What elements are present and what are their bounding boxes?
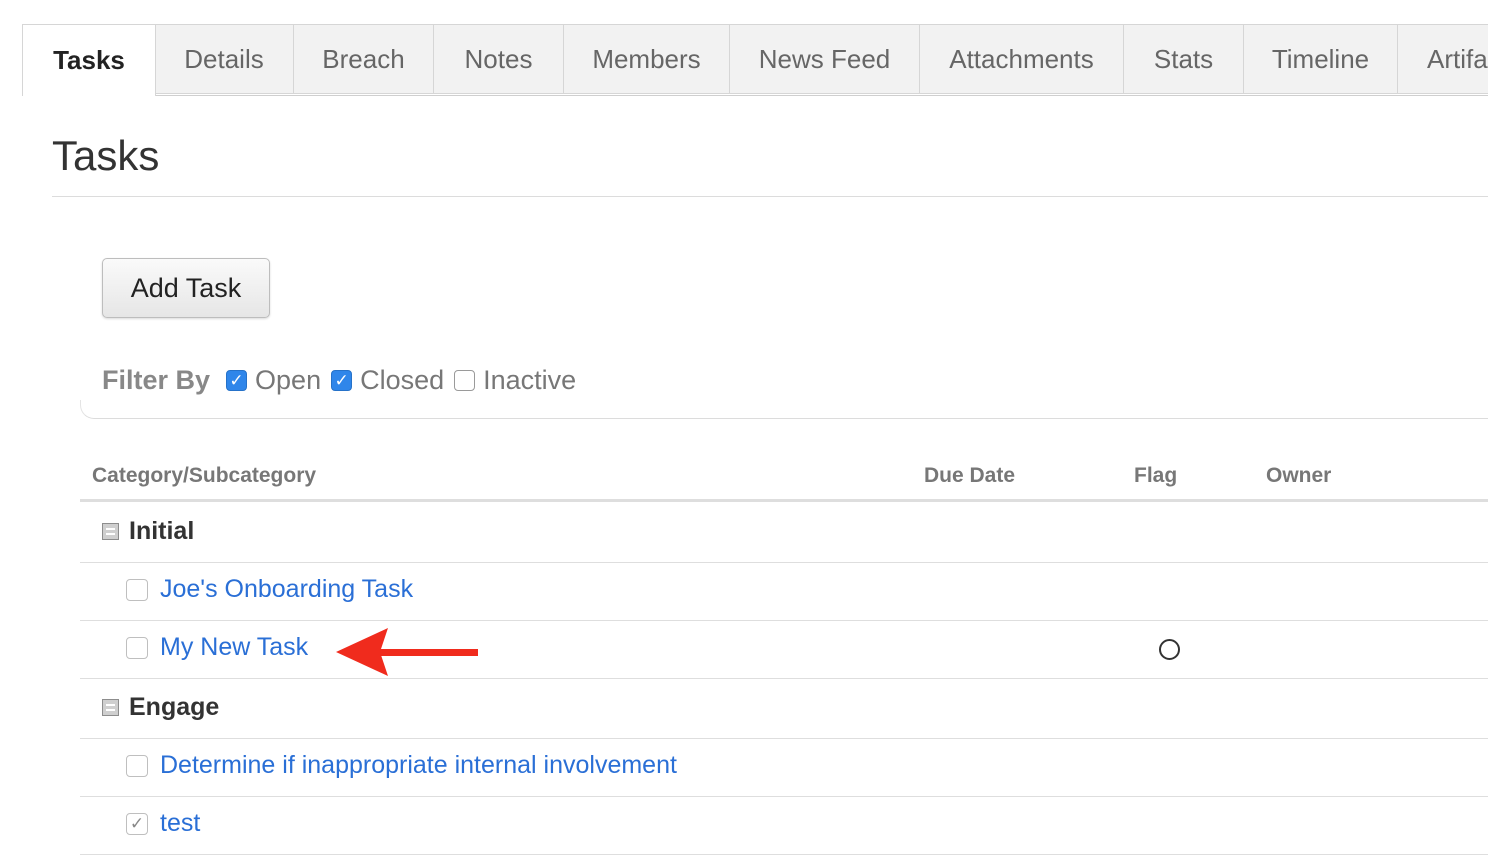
task-complete-checkbox[interactable] (126, 754, 148, 777)
task-link[interactable]: Determine if inappropriate internal invo… (160, 751, 677, 780)
tab-timeline[interactable]: Timeline (1244, 24, 1398, 94)
task-link[interactable]: test (160, 809, 200, 838)
title-divider (52, 196, 1488, 197)
task-link[interactable]: My New Task (160, 633, 308, 662)
tab-stats[interactable]: Stats (1124, 24, 1244, 94)
filter-inactive-checkbox[interactable] (454, 369, 476, 391)
collapse-icon[interactable] (102, 523, 119, 540)
row-divider (80, 562, 1488, 563)
column-header-owner[interactable]: Owner (1266, 464, 1331, 488)
column-header-flag[interactable]: Flag (1134, 464, 1177, 488)
tab-tasks[interactable]: Tasks (22, 24, 156, 96)
task-row: Joe's Onboarding Task (126, 575, 413, 604)
row-divider (80, 678, 1488, 679)
column-header-category[interactable]: Category/Subcategory (92, 464, 316, 488)
category-name: Engage (129, 693, 220, 721)
tab-details[interactable]: Details (155, 24, 294, 94)
column-header-due-date[interactable]: Due Date (924, 464, 1015, 488)
table-header-divider (80, 499, 1488, 502)
filter-closed-label: Closed (360, 364, 445, 395)
page-title: Tasks (52, 132, 160, 179)
filter-open-label: Open (255, 364, 322, 395)
tab-breach[interactable]: Breach (294, 24, 434, 94)
filter-bar: Filter By ✓ Open ✓ Closed Inactive (102, 360, 586, 400)
filter-open-checkbox[interactable]: ✓ (226, 369, 248, 391)
task-row: My New Task (126, 633, 308, 662)
task-link[interactable]: Joe's Onboarding Task (160, 575, 413, 604)
tab-bar: Tasks Details Breach Notes Members News … (22, 24, 1488, 96)
filter-inactive-label: Inactive (483, 364, 577, 395)
filter-closed-checkbox[interactable]: ✓ (331, 369, 353, 391)
filter-panel-border (80, 400, 1488, 419)
tab-notes[interactable]: Notes (434, 24, 564, 94)
task-complete-checkbox[interactable]: ✓ (126, 812, 148, 835)
collapse-icon[interactable] (102, 699, 119, 716)
task-complete-checkbox[interactable] (126, 636, 148, 659)
annotation-arrow-icon (336, 628, 478, 676)
row-divider (80, 854, 1488, 855)
filter-inactive-option[interactable]: Inactive (454, 365, 576, 396)
tab-artifacts[interactable]: Artifa (1398, 24, 1488, 94)
category-row-initial: Initial (102, 517, 194, 546)
row-divider (80, 796, 1488, 797)
category-row-engage: Engage (102, 693, 219, 722)
task-complete-checkbox[interactable] (126, 578, 148, 601)
filter-label: Filter By (102, 364, 211, 395)
row-divider (80, 738, 1488, 739)
tab-news-feed[interactable]: News Feed (730, 24, 920, 94)
category-name: Initial (129, 517, 195, 545)
task-row: ✓ test (126, 809, 200, 838)
filter-open-option[interactable]: ✓ Open (226, 365, 321, 396)
tab-attachments[interactable]: Attachments (920, 24, 1124, 94)
tab-members[interactable]: Members (564, 24, 730, 94)
row-divider (80, 620, 1488, 621)
filter-closed-option[interactable]: ✓ Closed (331, 365, 444, 396)
add-task-button[interactable]: Add Task (102, 258, 270, 318)
task-row: Determine if inappropriate internal invo… (126, 751, 677, 780)
flag-circle-icon[interactable] (1159, 639, 1180, 660)
